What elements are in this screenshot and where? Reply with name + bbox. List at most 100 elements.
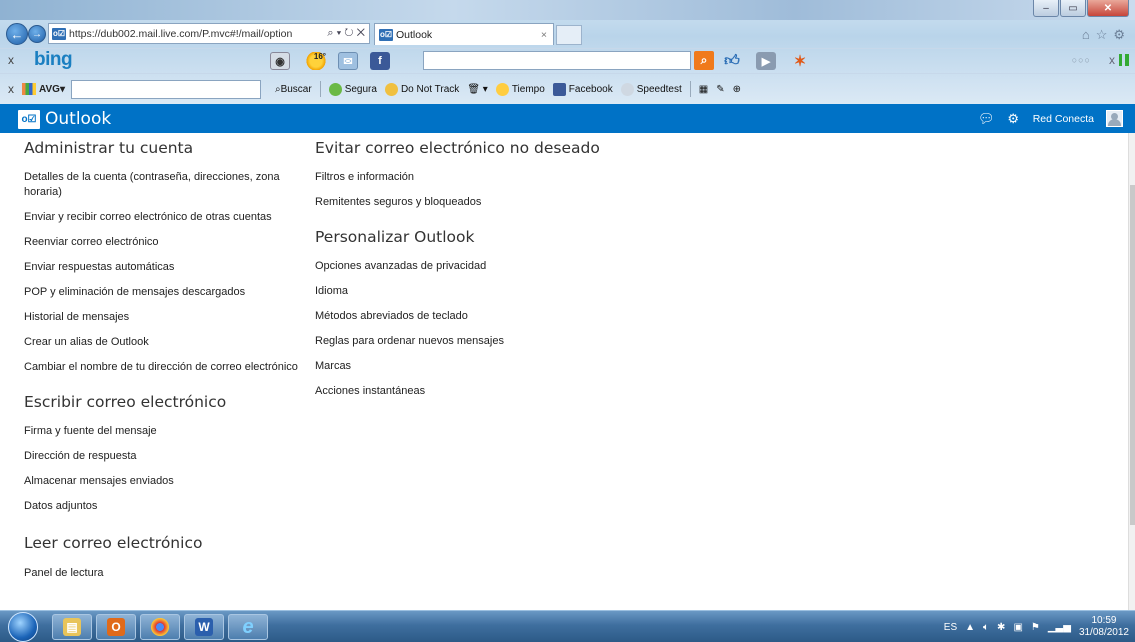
link-create-alias[interactable]: Crear un alias de Outlook [24,335,304,350]
minimize-button[interactable]: – [1033,0,1059,17]
taskbar-word[interactable]: W [184,614,224,640]
close-bing-icon[interactable]: x [1109,53,1115,67]
network-icon[interactable]: ✱ [997,622,1005,633]
messenger-icon[interactable]: 💬︎ [978,111,995,126]
facebook-icon[interactable]: f [370,52,390,70]
tiempo-button[interactable]: Tiempo [495,82,545,96]
buscar-button[interactable]: ⌕ Buscar [275,84,312,95]
weather-temp: 16° [313,52,326,61]
link-quick-actions[interactable]: Acciones instantáneas [315,384,695,399]
tab-outlook[interactable]: o☑ Outlook × [374,23,554,45]
weather-sun-icon[interactable]: 16° [306,52,326,70]
link-attachments[interactable]: Datos adjuntos [24,499,304,514]
gear-icon[interactable]: ⚙ [1006,111,1021,126]
link-privacy-options[interactable]: Opciones avanzadas de privacidad [315,259,695,274]
settings-gear-icon[interactable]: ⚙ [1113,27,1125,43]
outlook-logo[interactable]: o☑ Outlook [18,109,111,129]
calculator-icon[interactable]: ▦ [699,84,708,95]
address-url: https://dub002.mail.live.com/P.mvc#!/mai… [69,27,293,40]
link-account-details[interactable]: Detalles de la cuenta (contraseña, direc… [24,170,304,200]
home-icon[interactable]: ⌂ [1082,27,1090,43]
speedtest-button[interactable]: Speedtest [620,82,682,96]
like-icon[interactable]: 👍︎ [722,52,742,70]
close-window-button[interactable]: ✕ [1087,0,1129,17]
mail-icon[interactable]: ✉ [338,52,358,70]
start-button[interactable] [8,612,38,642]
link-reading-pane[interactable]: Panel de lectura [24,566,304,581]
clock[interactable]: 10:59 31/08/2012 [1079,615,1129,639]
close-toolbar-icon[interactable]: x [8,53,14,67]
taskbar-explorer[interactable]: ▤ [52,614,92,640]
power-icon[interactable]: ▣ [1013,622,1022,633]
link-language[interactable]: Idioma [315,284,695,299]
link-keyboard-shortcuts[interactable]: Métodos abreviados de teclado [315,309,695,324]
link-store-sent[interactable]: Almacenar mensajes enviados [24,474,304,489]
link-message-history[interactable]: Historial de mensajes [24,310,304,325]
link-signature-font[interactable]: Firma y fuente del mensaje [24,424,304,439]
do-not-track-label: Do Not Track [400,83,460,95]
taskbar-chrome[interactable] [140,614,180,640]
taskbar-ie[interactable]: e [228,614,268,640]
language-indicator[interactable]: ES [944,622,957,633]
notepad-icon[interactable]: ✎ [716,84,724,95]
zoom-icon[interactable]: ⊕ [733,84,741,95]
link-reply-address[interactable]: Dirección de respuesta [24,449,304,464]
forward-button[interactable]: → [28,25,46,43]
back-button[interactable]: ← [6,23,28,45]
section-title-writing: Escribir correo electrónico [24,393,227,411]
show-hidden-icons[interactable]: ▲ [965,622,975,633]
video-icon[interactable]: ▶ [756,52,776,70]
bing-search-input[interactable] [423,51,691,70]
tab-close-icon[interactable]: × [541,29,547,41]
volume-icon[interactable]: 🔈︎ [983,622,989,633]
tiempo-label: Tiempo [511,83,545,95]
toolbar-options-icon[interactable]: ○○○ [1072,55,1091,65]
buscar-label: Buscar [280,83,312,95]
sparkle-icon[interactable]: ✶ [790,52,810,70]
link-pop-deletion[interactable]: POP y eliminación de mensajes descargado… [24,285,304,300]
user-name[interactable]: Red Conecta [1033,113,1094,125]
link-send-receive-other-accounts[interactable]: Enviar y recibir correo electrónico de o… [24,210,304,225]
close-avg-icon[interactable]: x [8,82,14,96]
taskbar-outlook[interactable]: O [96,614,136,640]
eye-icon [384,82,398,96]
folder-icon: ▤ [63,618,81,636]
outlook-logo-icon: o☑ [18,109,40,129]
clock-date: 31/08/2012 [1078,627,1129,638]
system-tray: ES ▲ 🔈︎ ✱ ▣ ⚑ ▁▃▅ 10:59 31/08/2012 [944,615,1129,639]
link-rules[interactable]: Reglas para ordenar nuevos mensajes [315,334,695,349]
avg-toolbar: x AVG ▾ ⌕ Buscar Segura Do Not Track 🗑︎ … [0,73,1135,104]
signal-icon[interactable]: ▁▃▅ [1048,622,1071,633]
favorites-star-icon[interactable]: ☆ [1096,27,1108,43]
scrollbar-thumb[interactable] [1130,185,1135,525]
maximize-button[interactable]: ▭ [1060,0,1086,17]
bing-search-button[interactable]: ⌕ [694,51,714,70]
segura-button[interactable]: Segura [328,82,377,96]
new-tab-button[interactable] [556,25,582,45]
options-column-left: Administrar tu cuenta Detalles de la cue… [24,133,304,581]
car-icon[interactable]: ◉ [270,52,290,70]
do-not-track-button[interactable]: Do Not Track [384,82,460,96]
flag-icon[interactable]: ⚑ [1031,622,1040,633]
options-column-right: Evitar correo electrónico no deseado Fil… [315,133,695,399]
section-title-reading: Leer correo electrónico [24,534,203,552]
avatar[interactable] [1106,110,1123,127]
page-scrollbar[interactable] [1128,133,1135,610]
avg-search-input[interactable] [70,79,261,99]
app-title: Outlook [45,109,112,129]
address-row: ← → o☑ https://dub002.mail.live.com/P.mv… [0,21,1135,47]
link-safe-blocked-senders[interactable]: Remitentes seguros y bloqueados [315,195,695,210]
address-bar[interactable]: o☑ https://dub002.mail.live.com/P.mvc#!/… [48,23,370,44]
trash-dropdown[interactable]: 🗑︎ ▾ [467,84,488,95]
facebook-button[interactable]: Facebook [552,82,613,96]
link-rename-address[interactable]: Cambiar el nombre de tu dirección de cor… [24,360,304,375]
link-filters[interactable]: Filtros e información [315,170,695,185]
link-forward-email[interactable]: Reenviar correo electrónico [24,235,304,250]
link-auto-replies[interactable]: Enviar respuestas automáticas [24,260,304,275]
address-tools-icon[interactable]: ⌕ ▾ ↻ ✕ [327,27,369,40]
segura-label: Segura [344,83,377,95]
outlook-tab-icon: o☑ [379,28,393,41]
outlook-app-icon: O [107,618,125,636]
avg-logo[interactable]: AVG ▾ [22,83,65,95]
link-flags[interactable]: Marcas [315,359,695,374]
